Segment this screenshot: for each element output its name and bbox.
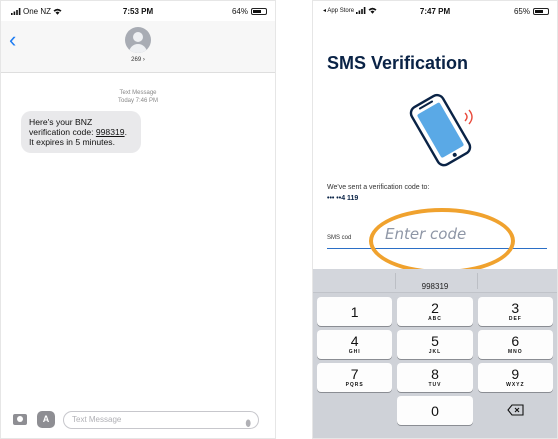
avatar-head <box>133 32 143 42</box>
key-digit: 0 <box>431 403 439 419</box>
key-8[interactable]: 8 TUV <box>397 363 473 392</box>
key-digit: 5 <box>431 333 439 349</box>
status-bar: ◂ App Store 7:47 PM 65% <box>313 1 557 21</box>
battery-icon <box>251 8 267 15</box>
autofill-suggestion-bar[interactable]: 998319 <box>313 269 557 293</box>
keypad: 1 2 ABC 3 DEF 4 GHI 5 JKL 6 MNO 7 PQRS 8 TUV 9W… <box>317 297 553 425</box>
camera-icon[interactable] <box>13 414 27 425</box>
key-5[interactable]: 5 JKL <box>397 330 473 359</box>
phone-message-illustration <box>409 93 473 167</box>
key-digit: 1 <box>350 304 359 320</box>
contact-name[interactable]: 269 › <box>1 57 275 63</box>
key-digit: 3 <box>511 300 520 316</box>
key-9[interactable]: 9 WXYZ <box>477 363 553 392</box>
key-letters: WXYZ <box>506 382 525 388</box>
numeric-keyboard: 998319 1 2 ABC 3 DEF 4 GHI 5 JKL 6 MNO 7 PQRS … <box>313 269 557 438</box>
key-letters: ABC <box>428 316 442 322</box>
masked-phone-number: ••• ••4 119 <box>327 195 359 202</box>
avatar-body <box>129 44 147 53</box>
key-0[interactable]: 0 <box>397 396 473 425</box>
microphone-icon[interactable]: ⬮ <box>245 415 251 431</box>
key-digit: 2 <box>431 300 439 316</box>
key-7[interactable]: 7 PQRS <box>317 363 393 392</box>
message-timestamp: Today 7:46 PM <box>117 98 159 104</box>
sms-verification-screen: ◂ App Store 7:47 PM 65% SMS Verification… <box>312 0 558 439</box>
key-digit: 8 <box>431 366 439 382</box>
key-digit: 7 <box>350 366 359 382</box>
key-digit: 6 <box>511 333 520 349</box>
key-2[interactable]: 2 ABC <box>397 297 473 326</box>
key-6[interactable]: 6 MNO <box>477 330 553 359</box>
delete-key[interactable] <box>478 396 553 425</box>
message-input-placeholder: Text Message <box>72 415 122 424</box>
key-letters: TUV <box>428 382 442 388</box>
key-blank <box>317 396 392 425</box>
key-digit: 9 <box>511 366 520 382</box>
chevron-left-icon[interactable]: ‹ <box>9 29 16 51</box>
key-digit: 4 <box>350 333 359 349</box>
message-bubble[interactable]: Here's your BNZ verification code: 99831… <box>21 111 141 153</box>
battery-percent: 65% <box>513 7 530 16</box>
autofill-code-suggestion[interactable]: 998319 <box>313 282 557 291</box>
messages-screen: One NZ 7:53 PM 64% ‹ 269 › Text Message … <box>0 0 276 439</box>
battery-percent: 64% <box>231 7 248 16</box>
message-meta: Text Message Today 7:46 PM <box>1 89 275 105</box>
sent-description: We've sent a verification code to: <box>327 184 430 191</box>
verification-code-link[interactable]: 998319 <box>96 127 125 137</box>
battery-fill <box>253 10 261 13</box>
key-letters: MNO <box>507 349 523 355</box>
conversation-header: ‹ 269 › <box>1 21 275 73</box>
compose-bar: A Text Message ⬮ <box>1 404 275 438</box>
key-letters: JKL <box>428 349 442 355</box>
battery-icon <box>533 8 549 15</box>
contact-number: 269 <box>131 57 142 63</box>
message-input[interactable]: Text Message ⬮ <box>63 411 259 429</box>
battery-status: 64% <box>232 7 267 16</box>
sms-code-label: SMS cod <box>327 235 352 241</box>
key-letters: DEF <box>508 316 522 322</box>
status-bar: One NZ 7:53 PM 64% <box>1 1 275 21</box>
page-title: SMS Verification <box>327 53 469 73</box>
avatar[interactable] <box>125 27 151 53</box>
key-letters: GHI <box>348 349 361 355</box>
battery-fill <box>535 10 543 13</box>
battery-status: 65% <box>514 7 549 16</box>
backspace-icon <box>507 404 524 416</box>
message-text-start: Here's your BNZ verification code: <box>29 117 96 137</box>
key-4[interactable]: 4 GHI <box>317 330 393 359</box>
message-type: Text Message <box>119 90 157 96</box>
key-letters: PQRS <box>345 382 364 388</box>
chevron-right-icon: › <box>142 57 145 63</box>
highlight-circle-annotation <box>369 208 515 274</box>
key-3[interactable]: 3 DEF <box>477 297 553 326</box>
key-1[interactable]: 1 <box>317 297 393 326</box>
app-store-icon[interactable]: A <box>37 411 55 428</box>
